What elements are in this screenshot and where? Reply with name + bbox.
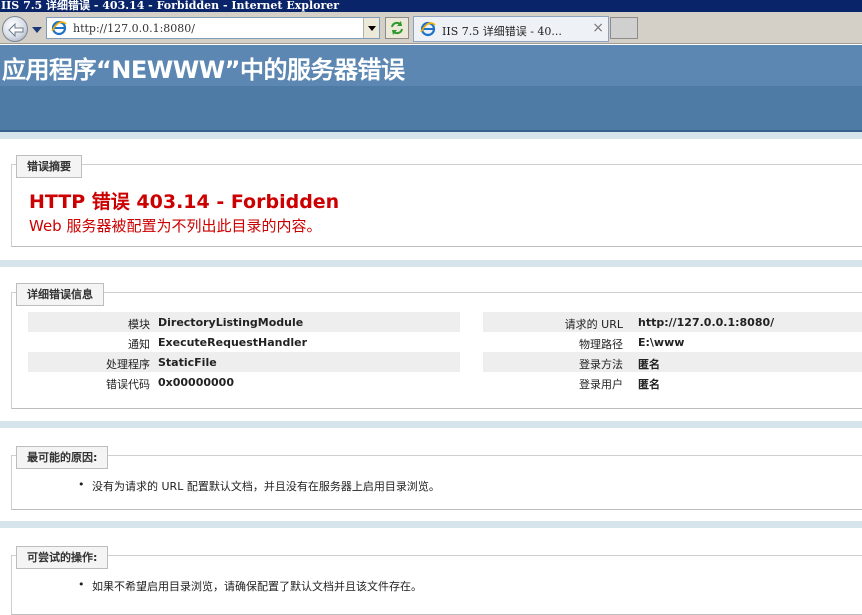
error-details-section: 详细错误信息 模块 DirectoryListingModule 通知 Exec…: [11, 283, 862, 409]
detail-value: DirectoryListingModule: [158, 316, 304, 329]
section-divider: [0, 521, 862, 528]
error-title: HTTP 错误 403.14 - Forbidden: [29, 191, 340, 213]
header-band: [0, 86, 862, 132]
detail-label: 处理程序: [106, 358, 150, 371]
error-summary-section: 错误摘要 HTTP 错误 403.14 - Forbidden Web 服务器被…: [11, 155, 862, 247]
refresh-button[interactable]: [385, 17, 409, 39]
page-header: 应用程序“NEWWW”中的服务器错误: [0, 45, 862, 86]
error-description: Web 服务器被配置为不列出此目录的内容。: [29, 217, 322, 235]
detail-label: 请求的 URL: [564, 318, 623, 331]
history-dropdown-icon[interactable]: [31, 25, 43, 35]
detail-row-logon-method: 登录方法 匿名: [483, 352, 862, 372]
tab-label: IIS 7.5 详细错误 - 40...: [442, 25, 562, 38]
cause-item: 没有为请求的 URL 配置默认文档，并且没有在服务器上启用目录浏览。: [78, 478, 440, 494]
detail-value: StaticFile: [158, 356, 217, 369]
error-details-legend: 详细错误信息: [16, 283, 104, 306]
back-button[interactable]: [2, 16, 28, 42]
detail-label: 登录用户: [579, 378, 623, 391]
detail-value: ExecuteRequestHandler: [158, 336, 308, 349]
detail-label: 模块: [128, 318, 150, 331]
details-left-table: 模块 DirectoryListingModule 通知 ExecuteRequ…: [28, 312, 460, 392]
detail-row-notification: 通知 ExecuteRequestHandler: [28, 332, 460, 352]
ie-tab-icon: [420, 21, 436, 37]
back-arrow-icon: [8, 23, 24, 37]
action-item: 如果不希望启用目录浏览，请确保配置了默认文档并且该文件存在。: [78, 578, 422, 594]
detail-value: 匿名: [638, 358, 660, 371]
address-bar[interactable]: http://127.0.0.1:8080/: [46, 17, 380, 39]
section-divider: [0, 421, 862, 428]
detail-row-requested-url: 请求的 URL http://127.0.0.1:8080/: [483, 312, 862, 332]
detail-row-logon-user: 登录用户 匿名: [483, 372, 862, 392]
address-dropdown-button[interactable]: [363, 18, 379, 38]
detail-label: 登录方法: [579, 358, 623, 371]
new-tab-button[interactable]: [610, 17, 638, 39]
detail-value: E:\www: [638, 336, 685, 349]
detail-value: http://127.0.0.1:8080/: [638, 316, 775, 329]
causes-legend: 最可能的原因:: [16, 446, 109, 469]
section-divider: [0, 132, 862, 139]
detail-row-physical-path: 物理路径 E:\www: [483, 332, 862, 352]
close-tab-icon[interactable]: ×: [592, 20, 604, 36]
causes-section: 最可能的原因: 没有为请求的 URL 配置默认文档，并且没有在服务器上启用目录浏…: [11, 446, 862, 510]
ie-page-icon: [51, 20, 67, 36]
detail-label: 物理路径: [579, 338, 623, 351]
detail-value: 匿名: [638, 378, 660, 391]
detail-label: 通知: [128, 338, 150, 351]
section-divider: [0, 260, 862, 267]
detail-row-handler: 处理程序 StaticFile: [28, 352, 460, 372]
actions-legend: 可尝试的操作:: [16, 546, 109, 569]
refresh-icon: [391, 21, 403, 35]
detail-row-module: 模块 DirectoryListingModule: [28, 312, 460, 332]
navigation-bar: http://127.0.0.1:8080/ IIS 7.5 详细错误 - 40…: [0, 12, 862, 44]
detail-value: 0x00000000: [158, 376, 234, 389]
detail-label: 错误代码: [106, 378, 150, 391]
window-title: IIS 7.5 详细错误 - 403.14 - Forbidden - Inte…: [0, 0, 862, 12]
detail-row-error-code: 错误代码 0x00000000: [28, 372, 460, 392]
actions-section: 可尝试的操作: 如果不希望启用目录浏览，请确保配置了默认文档并且该文件存在。: [11, 546, 862, 615]
browser-tab[interactable]: IIS 7.5 详细错误 - 40... ×: [413, 16, 609, 42]
page-title: 应用程序“NEWWW”中的服务器错误: [2, 56, 405, 84]
details-right-table: 请求的 URL http://127.0.0.1:8080/ 物理路径 E:\w…: [483, 312, 862, 392]
error-summary-legend: 错误摘要: [16, 155, 82, 178]
address-text: http://127.0.0.1:8080/: [73, 22, 195, 35]
